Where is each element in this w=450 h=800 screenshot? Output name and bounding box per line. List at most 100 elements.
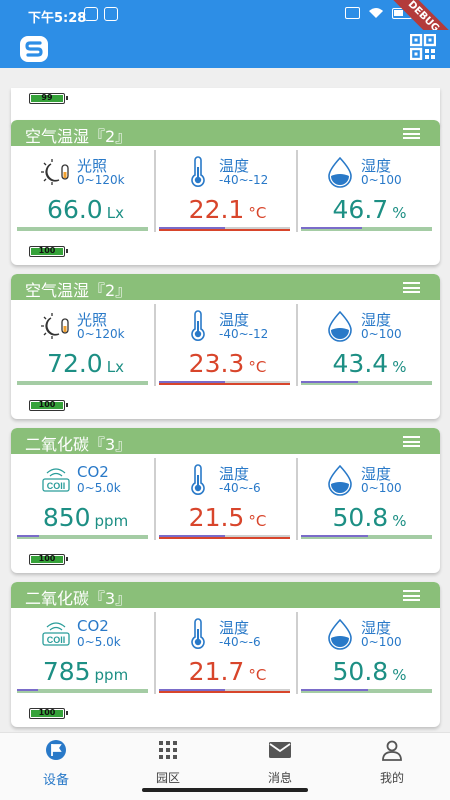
sensor-value: 66.0	[47, 195, 103, 224]
sensor-name: CO2	[77, 617, 109, 635]
flag-icon	[46, 740, 66, 760]
sensor-unit: Lx	[106, 204, 124, 222]
sensor-value: 50.8	[332, 657, 389, 686]
sensor-panel[interactable]: 温度 -40~-12 23.3 °C	[157, 303, 298, 390]
status-time: 下午5:28	[28, 11, 87, 26]
nav-park[interactable]: 园区	[112, 739, 224, 789]
sensor-value: 785	[42, 657, 91, 686]
battery-indicator: 100	[29, 400, 68, 411]
sensor-value: 850	[42, 503, 91, 532]
sensor-reading: 46.7%	[299, 195, 440, 224]
sensor-unit: %	[392, 358, 407, 376]
menu-icon[interactable]	[403, 436, 420, 447]
sensor-range: 0~100	[361, 173, 402, 187]
sensor-reading: 22.1 °C	[157, 195, 298, 224]
level-bar	[17, 689, 148, 693]
menu-icon[interactable]	[403, 590, 420, 601]
sensor-value: 21.7	[188, 657, 245, 686]
battery-level: 100	[38, 246, 56, 255]
device-card[interactable]: 空气温湿『2』 光照 0~120k 66.0 Lx 温度 -40~-12 22.…	[11, 120, 440, 265]
nav-label: 我的	[379, 771, 404, 785]
card-header: 二氧化碳『3』	[11, 428, 440, 454]
battery-level: 100	[38, 400, 56, 409]
card-title: 二氧化碳『3』	[25, 435, 132, 454]
sensor-panel[interactable]: 湿度 0~100 50.8%	[299, 457, 440, 544]
sensor-reading: 21.7 °C	[157, 657, 298, 686]
device-card[interactable]: 二氧化碳『3』 COII CO2 0~5.0k 850 ppm 温度 -40~-6	[11, 428, 440, 573]
water-drop-icon	[323, 155, 357, 189]
sensor-unit: %	[392, 204, 407, 222]
sensor-reading: 43.4%	[299, 349, 440, 378]
card-header: 空气温湿『2』	[11, 120, 440, 146]
card-header: 空气温湿『2』	[11, 274, 440, 300]
battery-indicator: 100	[29, 246, 68, 257]
water-drop-icon	[323, 309, 357, 343]
sensor-panel[interactable]: 湿度 0~100 50.8%	[299, 611, 440, 698]
level-bar	[301, 227, 432, 231]
level-bar	[301, 381, 432, 385]
sensor-panel[interactable]: 温度 -40~-12 22.1 °C	[157, 149, 298, 236]
level-bar	[17, 381, 148, 385]
thermometer-icon	[181, 309, 215, 343]
sensor-range: 0~5.0k	[77, 481, 121, 495]
qr-scan-icon[interactable]	[410, 34, 436, 60]
sensor-reading: 72.0 Lx	[15, 349, 156, 378]
sensor-range: 0~100	[361, 635, 402, 649]
level-bar	[159, 689, 290, 693]
battery-level: 99	[41, 93, 53, 102]
level-bar	[301, 535, 432, 539]
sensor-unit: °C	[248, 666, 267, 684]
battery-indicator: 100	[29, 554, 68, 565]
person-icon	[382, 740, 402, 761]
battery-level: 100	[38, 554, 56, 563]
status-bar: 下午5:28 DEBUG	[0, 0, 450, 63]
thermometer-icon	[181, 155, 215, 189]
sensor-unit: °C	[248, 512, 267, 530]
nav-label: 设备	[42, 773, 69, 788]
nav-devices[interactable]: 设备	[0, 739, 112, 789]
nav-messages[interactable]: 消息	[224, 739, 336, 789]
sensor-reading: 23.3 °C	[157, 349, 298, 378]
nav-profile[interactable]: 我的	[336, 739, 448, 789]
sensor-range: -40~-12	[219, 327, 269, 341]
sensor-panel[interactable]: 湿度 0~100 43.4%	[299, 303, 440, 390]
sensor-value: 43.4	[332, 349, 389, 378]
sensor-panel[interactable]: 温度 -40~-6 21.5 °C	[157, 457, 298, 544]
sensor-panel[interactable]: 光照 0~120k 66.0 Lx	[15, 149, 156, 236]
device-card[interactable]: 空气温湿『2』 光照 0~120k 72.0 Lx 温度 -40~-12 23.…	[11, 274, 440, 419]
app-logo-icon[interactable]	[18, 33, 50, 65]
sensor-panel[interactable]: 湿度 0~100 46.7%	[299, 149, 440, 236]
device-card[interactable]: 二氧化碳『3』 COII CO2 0~5.0k 785 ppm 温度 -40~-6	[11, 582, 440, 727]
sim-icon	[345, 7, 360, 19]
sensor-range: 0~5.0k	[77, 635, 121, 649]
nav-label: 消息	[267, 771, 292, 785]
sensor-unit: %	[392, 512, 407, 530]
notification-icon	[104, 7, 118, 21]
card-title: 二氧化碳『3』	[25, 589, 132, 608]
sensor-reading: 66.0 Lx	[15, 195, 156, 224]
sensor-value: 23.3	[188, 349, 245, 378]
wifi-icon	[369, 8, 383, 18]
battery-indicator: 99	[29, 93, 68, 104]
menu-icon[interactable]	[403, 282, 420, 293]
light-icon	[39, 155, 73, 189]
water-drop-icon	[323, 463, 357, 497]
sensor-range: 0~100	[361, 327, 402, 341]
level-bar	[301, 689, 432, 693]
sensor-panel[interactable]: 光照 0~120k 72.0 Lx	[15, 303, 156, 390]
level-bar	[159, 227, 290, 231]
svg-text:COII: COII	[47, 635, 66, 645]
light-icon	[39, 309, 73, 343]
sensor-panel[interactable]: 温度 -40~-6 21.7 °C	[157, 611, 298, 698]
sensor-range: -40~-12	[219, 173, 269, 187]
sensor-panel[interactable]: COII CO2 0~5.0k 850 ppm	[15, 457, 156, 544]
device-list[interactable]: 99 空气温湿『2』 光照 0~120k 66.0 Lx 温度 -40~-12 …	[0, 68, 450, 732]
sensor-range: 0~100	[361, 481, 402, 495]
menu-icon[interactable]	[403, 128, 420, 139]
home-indicator	[142, 788, 308, 792]
sensor-reading: 21.5 °C	[157, 503, 298, 532]
sensor-panel[interactable]: COII CO2 0~5.0k 785 ppm	[15, 611, 156, 698]
co2-icon: COII	[39, 617, 73, 651]
co2-icon: COII	[39, 463, 73, 497]
notification-icons	[84, 7, 118, 21]
